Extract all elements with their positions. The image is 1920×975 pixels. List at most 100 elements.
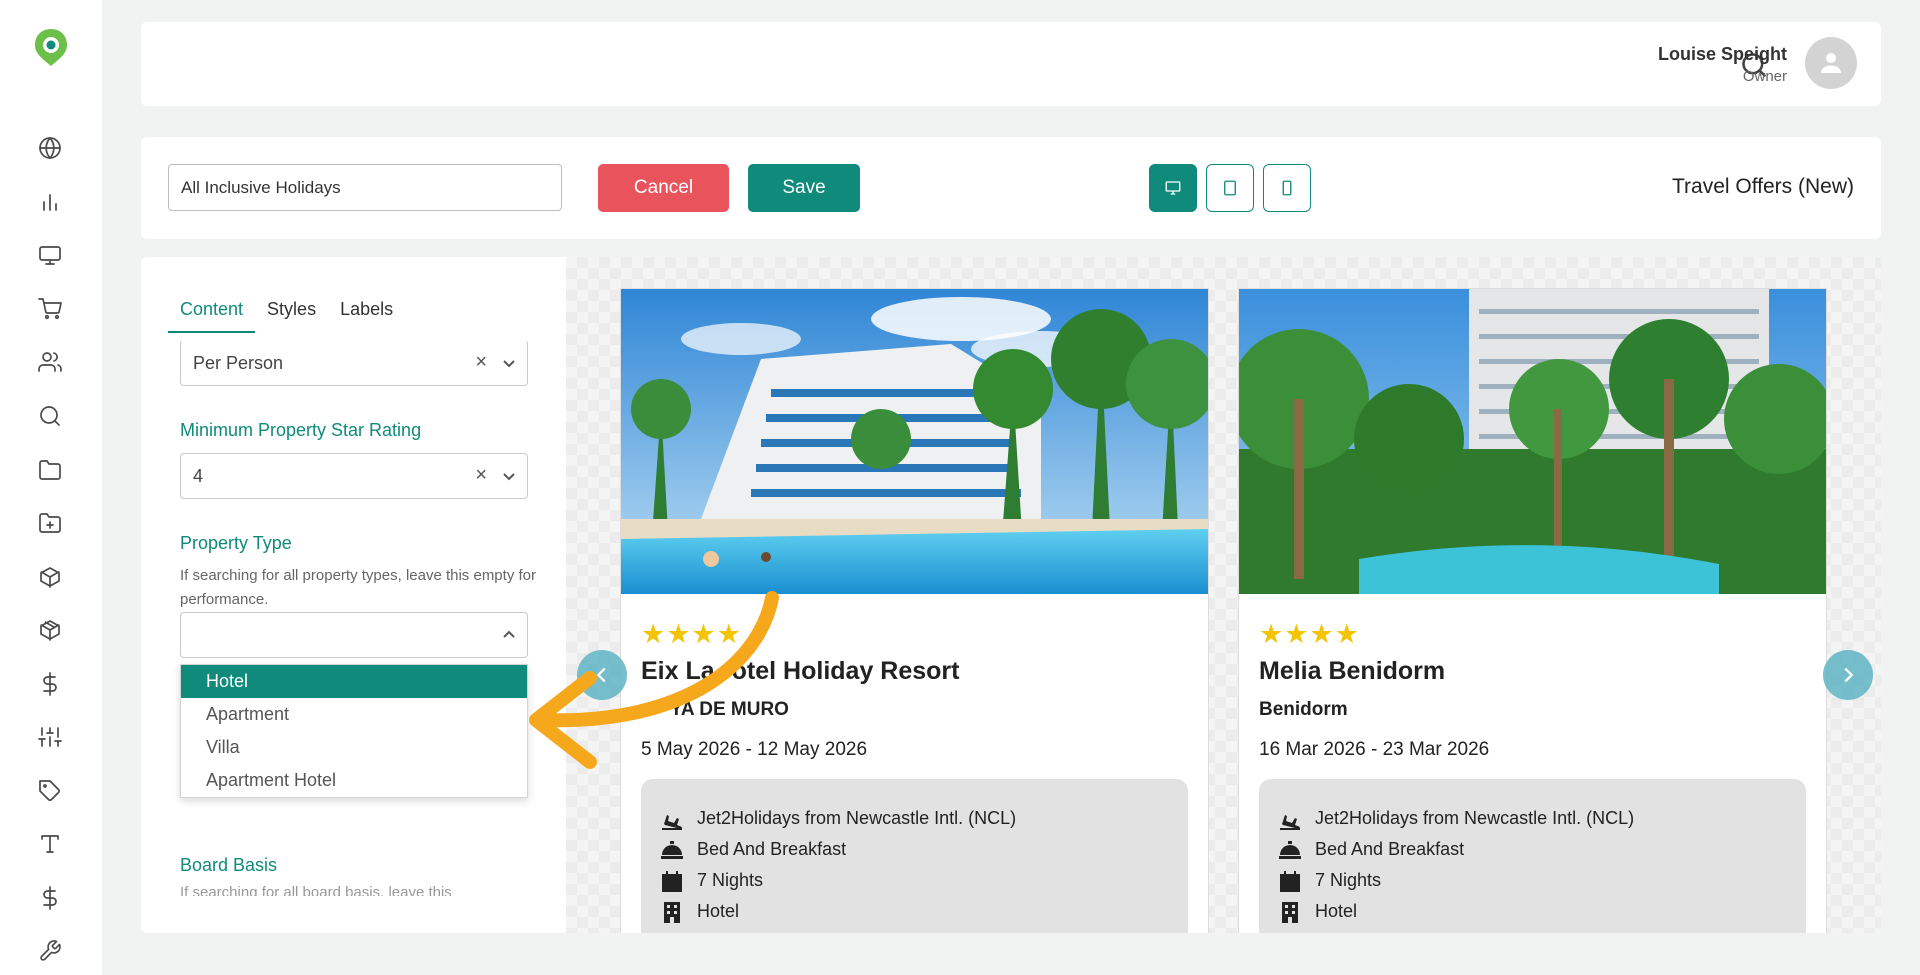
detail-row: Jet2Holidays from Newcastle Intl. (NCL) bbox=[1277, 803, 1788, 834]
board-basis-help: If searching for all board basis, leave … bbox=[180, 884, 452, 896]
travel-dates: 16 Mar 2026 - 23 Mar 2026 bbox=[1259, 739, 1490, 760]
mobile-icon bbox=[1282, 180, 1292, 196]
option-villa[interactable]: Villa bbox=[181, 731, 527, 764]
detail-text: 7 Nights bbox=[697, 870, 764, 890]
detail-text: Bed And Breakfast bbox=[1315, 839, 1465, 859]
detail-row: 7 Nights bbox=[659, 865, 1170, 896]
calendar-icon bbox=[659, 870, 685, 892]
offer-name-input[interactable] bbox=[168, 164, 562, 211]
detail-row: Hotel bbox=[659, 896, 1170, 927]
detail-text: Jet2Holidays from Newcastle Intl. (NCL) bbox=[697, 808, 1017, 828]
tab-content[interactable]: Content bbox=[168, 293, 256, 333]
globe-icon[interactable] bbox=[36, 134, 64, 162]
option-apartment[interactable]: Apartment bbox=[181, 698, 527, 731]
option-hotel[interactable]: Hotel bbox=[181, 665, 527, 698]
cart-icon[interactable] bbox=[36, 295, 64, 323]
building-icon bbox=[1277, 901, 1303, 923]
hotel-image bbox=[1239, 289, 1826, 594]
offer-card[interactable]: ★★★★ Melia Benidorm Benidorm 16 Mar 2026… bbox=[1238, 288, 1827, 933]
sliders-icon[interactable] bbox=[36, 723, 64, 751]
detail-row: Bed And Breakfast bbox=[1277, 834, 1788, 865]
dollar-icon[interactable] bbox=[36, 884, 64, 912]
folder-plus-icon[interactable] bbox=[36, 509, 64, 537]
property-type-label: Property Type bbox=[180, 533, 292, 553]
save-button[interactable]: Save bbox=[748, 164, 860, 212]
hotel-image bbox=[621, 289, 1208, 594]
top-header: Louise Speight Owner bbox=[141, 22, 1881, 106]
box-icon[interactable] bbox=[36, 563, 64, 591]
cloche-icon bbox=[1277, 839, 1303, 861]
detail-text: Bed And Breakfast bbox=[697, 839, 847, 859]
travel-dates: 5 May 2026 - 12 May 2026 bbox=[641, 739, 868, 760]
property-type-dropdown: Hotel Apartment Villa Apartment Hotel bbox=[180, 664, 528, 798]
star-rating-select[interactable]: 4 × bbox=[180, 453, 528, 499]
plane-icon bbox=[659, 808, 685, 830]
chevron-up-icon[interactable] bbox=[501, 627, 517, 643]
next-arrow-button[interactable] bbox=[1823, 650, 1873, 700]
property-type-help: If searching for all property types, lea… bbox=[180, 567, 536, 608]
plane-icon bbox=[1277, 808, 1303, 830]
hotel-name: Melia Benidorm bbox=[1259, 657, 1446, 685]
search-icon[interactable] bbox=[36, 402, 64, 430]
hotel-name-part: otel Holiday Resort bbox=[731, 657, 960, 685]
brand-logo[interactable] bbox=[30, 26, 72, 68]
clear-icon[interactable]: × bbox=[475, 351, 487, 374]
detail-text: Hotel bbox=[1315, 901, 1358, 921]
cloche-icon bbox=[659, 839, 685, 861]
settings-panel: Content Styles Labels Per Person × Minim… bbox=[141, 257, 566, 933]
type-icon[interactable] bbox=[36, 830, 64, 858]
user-icon bbox=[1821, 53, 1841, 73]
chevron-right-icon bbox=[1844, 667, 1854, 683]
board-basis-label: Board Basis bbox=[180, 855, 278, 875]
avatar[interactable] bbox=[1805, 37, 1857, 89]
dollar-icon[interactable] bbox=[36, 670, 64, 698]
detail-row: Hotel bbox=[1277, 896, 1788, 927]
price-basis-value: Per Person bbox=[193, 353, 284, 373]
mobile-view-button[interactable] bbox=[1263, 164, 1311, 212]
tablet-icon bbox=[1224, 180, 1236, 196]
detail-text: Hotel bbox=[697, 901, 740, 921]
option-apartment-hotel[interactable]: Apartment Hotel bbox=[181, 764, 527, 797]
offer-details: Jet2Holidays from Newcastle Intl. (NCL) … bbox=[641, 779, 1188, 933]
chevron-down-icon[interactable] bbox=[501, 355, 517, 371]
detail-row: Jet2Holidays from Newcastle Intl. (NCL) bbox=[659, 803, 1170, 834]
prev-arrow-button[interactable] bbox=[577, 650, 627, 700]
preview-area: ★★★★ Eix La otel Holiday Resort YA DE MUR… bbox=[566, 257, 1881, 933]
tab-labels[interactable]: Labels bbox=[328, 293, 405, 333]
star-rating-label: Minimum Property Star Rating bbox=[180, 420, 422, 440]
tablet-view-button[interactable] bbox=[1206, 164, 1254, 212]
desktop-icon bbox=[1165, 181, 1181, 195]
hotel-name-part: Eix La bbox=[641, 657, 715, 685]
detail-text: 7 Nights bbox=[1315, 870, 1382, 890]
page-title: Travel Offers (New) bbox=[1671, 175, 1854, 198]
property-type-select[interactable] bbox=[180, 612, 528, 658]
chevron-left-icon bbox=[596, 667, 606, 683]
monitor-icon[interactable] bbox=[36, 241, 64, 269]
detail-row: Bed And Breakfast bbox=[659, 834, 1170, 865]
cancel-button[interactable]: Cancel bbox=[598, 164, 729, 212]
star-rating: ★★★★ bbox=[641, 619, 742, 649]
user-name: Louise Speight bbox=[1657, 44, 1787, 64]
resort-name-part: YA DE MURO bbox=[670, 699, 789, 720]
desktop-view-button[interactable] bbox=[1149, 164, 1197, 212]
bar-chart-icon[interactable] bbox=[36, 188, 64, 216]
price-basis-select[interactable]: Per Person × bbox=[180, 340, 528, 386]
tag-icon[interactable] bbox=[36, 777, 64, 805]
users-icon[interactable] bbox=[36, 348, 64, 376]
star-rating: ★★★★ bbox=[1259, 619, 1360, 649]
tab-styles[interactable]: Styles bbox=[255, 293, 328, 333]
clear-icon[interactable]: × bbox=[475, 464, 487, 487]
detail-text: Jet2Holidays from Newcastle Intl. (NCL) bbox=[1315, 808, 1635, 828]
building-icon bbox=[659, 901, 685, 923]
resort-name: YA DE MURO bbox=[641, 699, 789, 721]
editor-toolbar: Cancel Save Travel Offers (New) bbox=[141, 137, 1881, 239]
calendar-icon bbox=[1277, 870, 1303, 892]
offer-card[interactable]: ★★★★ Eix La otel Holiday Resort YA DE MUR… bbox=[620, 288, 1209, 933]
offer-details: Jet2Holidays from Newcastle Intl. (NCL) … bbox=[1259, 779, 1806, 933]
wrench-icon[interactable] bbox=[36, 937, 64, 965]
package-icon[interactable] bbox=[36, 616, 64, 644]
folder-icon[interactable] bbox=[36, 456, 64, 484]
star-rating-value: 4 bbox=[193, 466, 204, 486]
chevron-down-icon[interactable] bbox=[501, 468, 517, 484]
resort-name: Benidorm bbox=[1259, 699, 1348, 720]
